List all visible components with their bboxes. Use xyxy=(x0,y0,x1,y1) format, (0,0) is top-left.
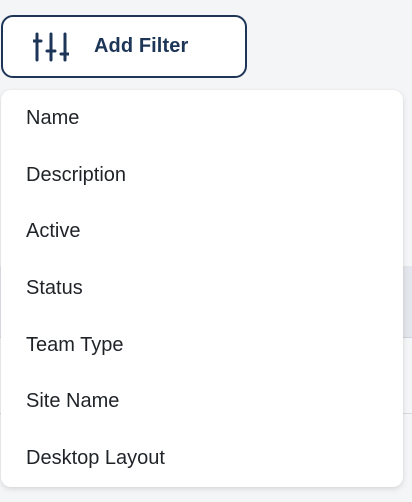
menu-item-label: Team Type xyxy=(26,333,124,356)
menu-item-label: Description xyxy=(26,163,127,186)
menu-item-description[interactable]: Description xyxy=(1,147,403,204)
menu-item-desktop-layout[interactable]: Desktop Layout xyxy=(1,430,403,487)
menu-item-label: Desktop Layout xyxy=(26,446,165,469)
menu-item-team-type[interactable]: Team Type xyxy=(1,317,403,374)
page: Add Filter Name Description Active Statu… xyxy=(0,0,412,502)
filter-field-menu: Name Description Active Status Team Type… xyxy=(1,90,403,487)
menu-item-label: Site Name xyxy=(26,390,120,413)
sliders-icon xyxy=(33,32,69,62)
menu-item-label: Active xyxy=(26,220,81,243)
menu-item-label: Status xyxy=(26,276,83,299)
add-filter-button[interactable]: Add Filter xyxy=(1,15,247,78)
menu-item-site-name[interactable]: Site Name xyxy=(1,373,403,430)
menu-item-active[interactable]: Active xyxy=(1,203,403,260)
add-filter-label: Add Filter xyxy=(94,35,189,57)
menu-item-status[interactable]: Status xyxy=(1,260,403,317)
menu-item-label: Name xyxy=(26,106,80,129)
menu-item-name[interactable]: Name xyxy=(1,90,403,147)
